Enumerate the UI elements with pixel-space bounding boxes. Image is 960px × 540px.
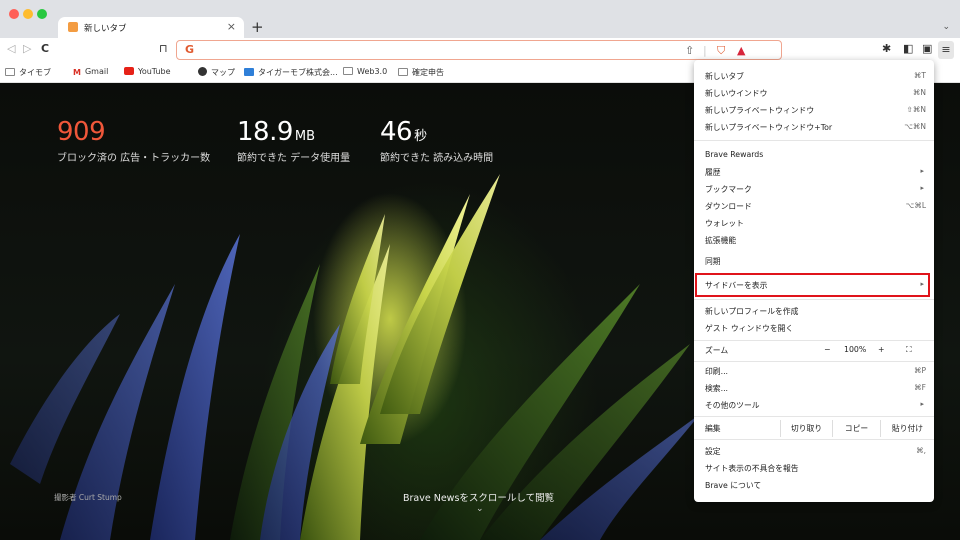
share-icon[interactable]: ⇧ [685,44,694,57]
folder-icon [343,67,353,75]
tab-new-tab[interactable]: 新しいタブ × [58,17,244,38]
new-tab-button[interactable]: + [251,18,264,36]
brave-tab-icon [68,22,78,32]
copy-button[interactable]: コピー [832,420,880,437]
paste-button[interactable]: 貼り付け [880,420,934,437]
extensions-icon[interactable]: ✱ [882,42,891,55]
photo-credit[interactable]: 撮影者 Curt Stump [54,492,122,503]
divider: | [703,44,707,57]
menu-separator [694,340,934,341]
fullscreen-icon[interactable]: ⛶ [906,345,911,355]
tab-strip: 新しいタブ × + ⌄ [0,0,960,38]
brave-news-prompt[interactable]: Brave Newsをスクロールして閲覧 [403,490,554,504]
menu-separator [694,361,934,362]
menu-item-print[interactable]: 印刷... ⌘P [694,363,934,380]
gmail-icon: M [73,68,81,77]
menu-separator [694,299,934,300]
bookmark-item[interactable]: 確定申告 [398,67,444,78]
cut-button[interactable]: 切り取り [780,420,832,437]
stat-value: 18.9 [237,117,293,147]
minimize-window-button[interactable] [23,9,33,19]
back-icon[interactable]: ◁ [7,42,15,55]
folder-icon [5,68,15,76]
stat-label: ブロック済の 広告・トラッカー数 [57,153,211,164]
menu-item-new-profile[interactable]: 新しいプロフィールを作成 [694,303,934,320]
menu-item-bookmarks[interactable]: ブックマーク ▸ [694,181,934,198]
menu-item-new-private-window[interactable]: 新しいプライベートウィンドウ ⇧⌘N [694,102,934,119]
close-window-button[interactable] [9,9,19,19]
menu-item-history[interactable]: 履歴 ▸ [694,164,934,181]
menu-item-wallet[interactable]: ウォレット [694,215,934,232]
menu-separator [694,416,934,417]
menu-separator [694,439,934,440]
stat-label: 節約できた 読み込み時間 [380,153,494,164]
stat-value: 46 [380,117,413,147]
menu-item-more-tools[interactable]: その他のツール ▸ [694,397,934,414]
address-bar[interactable]: G ⇧ | ⛉ ▲ [176,40,782,60]
stat-value: 909 [57,117,106,147]
bookmark-item[interactable]: M Gmail [73,67,108,77]
bookmark-item[interactable]: タイモブ [5,67,51,78]
zoom-level: 100% [844,345,867,354]
menu-item-about-brave[interactable]: Brave について [694,477,934,494]
menu-item-zoom: ズーム − 100% + ⛶ [705,345,912,355]
wallet-icon[interactable]: ▣ [922,42,932,55]
stat-time-saved: 46 秒 節約できた 読み込み時間 [380,117,493,164]
menu-separator [694,140,934,141]
menu-item-extensions[interactable]: 拡張機能 [694,232,934,249]
site-icon [244,68,254,76]
bookmark-item[interactable]: マップ [198,67,235,78]
folder-icon [398,68,408,76]
stat-data-saved: 18.9 MB 節約できた データ使用量 [237,117,350,164]
tab-title: 新しいタブ [84,24,127,34]
brave-rewards-icon[interactable]: ▲ [737,44,745,57]
menu-item-find[interactable]: 検索... ⌘F [694,380,934,397]
bookmark-page-icon[interactable]: ⊓ [159,42,168,55]
menu-item-sync[interactable]: 同期 [694,253,934,270]
stat-label: 節約できた データ使用量 [237,153,351,164]
sidebar-icon[interactable]: ◧ [903,42,913,55]
maximize-window-button[interactable] [37,9,47,19]
menu-item-downloads[interactable]: ダウンロード ⌥⌘L [694,198,934,215]
youtube-icon [124,67,134,75]
zoom-out-button[interactable]: − [824,345,831,354]
google-search-icon: G [185,43,195,56]
reload-icon[interactable]: C [41,42,49,55]
zoom-in-button[interactable]: + [878,345,885,354]
menu-item-settings[interactable]: 設定 ⌘, [694,443,934,460]
menu-item-show-sidebar[interactable]: サイドバーを表示 ▸ [694,277,934,294]
scroll-down-chevron-icon[interactable]: ⌄ [476,504,484,514]
maps-icon [198,67,207,76]
menu-item-edit: 編集 切り取り コピー 貼り付け [694,420,934,437]
menu-item-report-broken-site[interactable]: サイト表示の不具合を報告 [694,460,934,477]
main-menu: 新しいタブ ⌘T 新しいウインドウ ⌘N 新しいプライベートウィンドウ ⇧⌘N 新しい… [694,60,934,502]
tab-search-chevron-icon[interactable]: ⌄ [942,22,950,32]
stat-blocked: 909 ブロック済の 広告・トラッカー数 [57,117,210,164]
stat-unit: MB [294,129,316,144]
menu-item-new-private-window-tor[interactable]: 新しいプライベートウィンドウ+Tor ⌥⌘N [694,119,934,136]
menu-item-new-window[interactable]: 新しいウインドウ ⌘N [694,85,934,102]
bookmark-item[interactable]: Web3.0 [343,67,387,76]
brave-shields-icon[interactable]: ⛉ [717,44,725,58]
tab-close-icon[interactable]: × [227,20,236,33]
menu-item-new-tab[interactable]: 新しいタブ ⌘T [694,68,934,85]
menu-item-guest-window[interactable]: ゲスト ウィンドウを開く [694,320,934,337]
forward-icon[interactable]: ▷ [23,42,31,55]
bookmark-item[interactable]: YouTube [124,67,171,76]
bookmark-item[interactable]: タイガーモブ株式会... [244,67,338,78]
menu-item-brave-rewards[interactable]: Brave Rewards [694,147,934,164]
stat-unit: 秒 [414,129,428,144]
main-menu-icon[interactable]: ≡ [938,41,954,59]
